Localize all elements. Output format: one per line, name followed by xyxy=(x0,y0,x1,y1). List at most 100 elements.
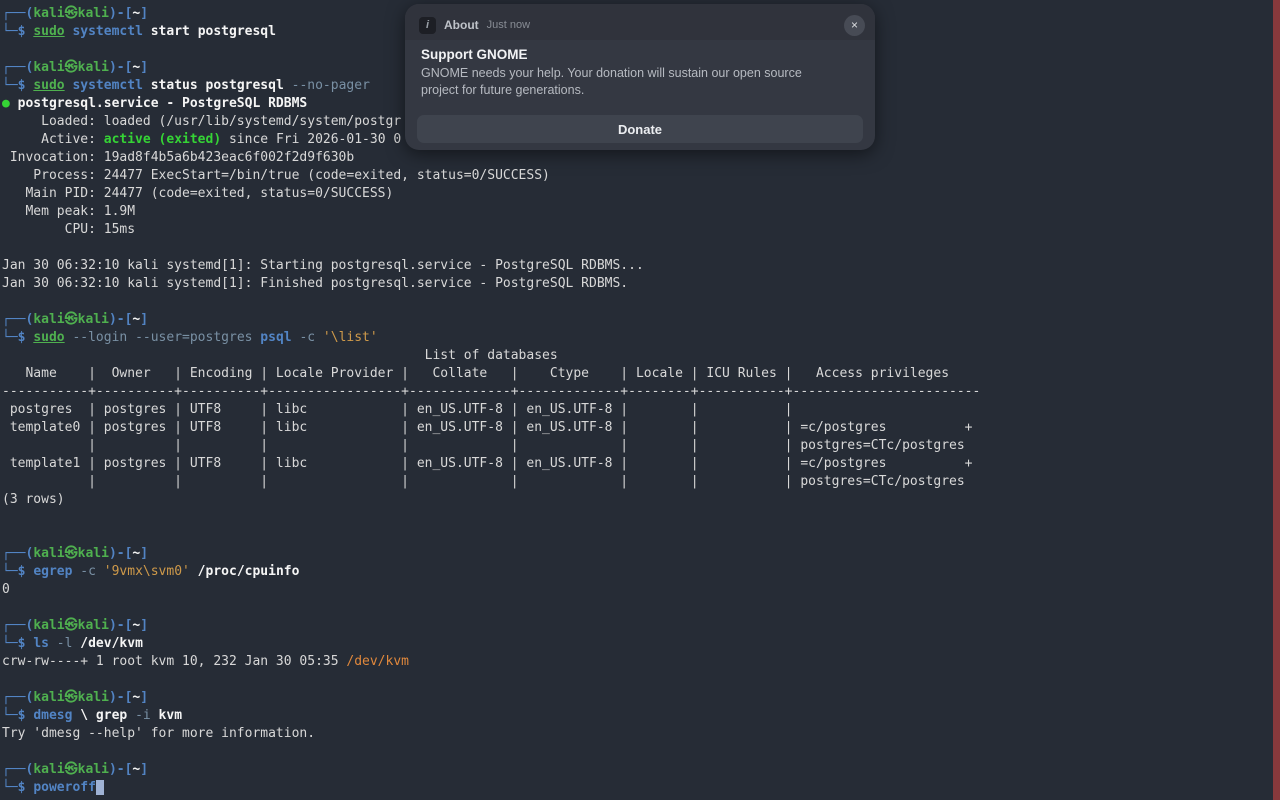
terminal-text: └─$ xyxy=(2,564,33,579)
terminal-text: )-[ xyxy=(109,312,132,327)
terminal-text: --no-pager xyxy=(292,78,370,93)
terminal-text: ] xyxy=(140,618,148,633)
about-app-icon: i xyxy=(419,17,436,34)
terminal-text: ● xyxy=(2,96,10,111)
notification-header: i About Just now × xyxy=(405,4,875,40)
terminal-text: active (exited) xyxy=(104,132,221,147)
notification-popup: i About Just now × Support GNOME GNOME n… xyxy=(405,4,875,150)
terminal-text: egrep xyxy=(33,564,72,579)
close-icon: × xyxy=(851,19,858,31)
terminal-line: Try 'dmesg --help' for more information. xyxy=(2,725,1270,743)
terminal-text: kali㉿kali xyxy=(33,6,109,21)
terminal-text: ┌──( xyxy=(2,6,33,21)
terminal-text: 0 xyxy=(2,582,10,597)
terminal-text: kali㉿kali xyxy=(33,546,109,561)
terminal-text: )-[ xyxy=(109,762,132,777)
terminal-line: CPU: 15ms xyxy=(2,221,1270,239)
terminal-text: | | | | | | | | postgres=CTc/postgres xyxy=(2,438,965,453)
terminal-text: psql xyxy=(260,330,291,345)
terminal-line: Invocation: 19ad8f4b5a6b423eac6f002f2d9f… xyxy=(2,149,1270,167)
terminal-text: Name | Owner | Encoding | Locale Provide… xyxy=(2,366,949,381)
terminal-text: Jan 30 06:32:10 kali systemd[1]: Startin… xyxy=(2,258,644,273)
terminal-line: └─$ sudo --login --user=postgres psql -c… xyxy=(2,329,1270,347)
notification-app-name: About xyxy=(444,18,479,32)
kali-desktop: { "palette": { "bg": "#262c36", "fg": "#… xyxy=(0,0,1280,800)
terminal-text: ┌──( xyxy=(2,312,33,327)
terminal-line: | | | | | | | | postgres=CTc/postgres xyxy=(2,437,1270,455)
terminal-text: ┌──( xyxy=(2,60,33,75)
terminal-text: )-[ xyxy=(109,618,132,633)
terminal-line: Process: 24477 ExecStart=/bin/true (code… xyxy=(2,167,1270,185)
terminal-line: (3 rows) xyxy=(2,491,1270,509)
terminal-text: ] xyxy=(140,690,148,705)
terminal-text: └─$ xyxy=(2,330,33,345)
terminal-text: start postgresql xyxy=(143,24,276,39)
terminal-line: -----------+----------+----------+------… xyxy=(2,383,1270,401)
terminal-text: Invocation: 19ad8f4b5a6b423eac6f002f2d9f… xyxy=(2,150,354,165)
terminal-text: )-[ xyxy=(109,546,132,561)
terminal-text: \ grep xyxy=(72,708,135,723)
notification-close-button[interactable]: × xyxy=(844,15,865,36)
cursor xyxy=(96,780,104,795)
terminal-text: -c xyxy=(80,564,96,579)
terminal-text: ┌──( xyxy=(2,762,33,777)
terminal-text xyxy=(315,330,323,345)
terminal-text: kali㉿kali xyxy=(33,618,109,633)
terminal-text: └─$ xyxy=(2,636,33,651)
terminal-line xyxy=(2,599,1270,617)
terminal-line: Main PID: 24477 (code=exited, status=0/S… xyxy=(2,185,1270,203)
terminal-text: Process: 24477 ExecStart=/bin/true (code… xyxy=(2,168,550,183)
terminal-line: └─$ egrep -c '9vmx\svm0' /proc/cpuinfo xyxy=(2,563,1270,581)
notification-title: Support GNOME xyxy=(405,40,875,65)
terminal-line xyxy=(2,743,1270,761)
terminal-text: CPU: 15ms xyxy=(2,222,135,237)
donate-button[interactable]: Donate xyxy=(417,115,863,143)
terminal-text: kali㉿kali xyxy=(33,690,109,705)
terminal-text: sudo xyxy=(33,330,64,345)
terminal-text: kali㉿kali xyxy=(33,762,109,777)
terminal-text: ls xyxy=(33,636,49,651)
terminal-text: dmesg xyxy=(33,708,72,723)
terminal-text: sudo xyxy=(33,78,64,93)
terminal-text: )-[ xyxy=(109,690,132,705)
terminal-line: ┌──(kali㉿kali)-[~] xyxy=(2,311,1270,329)
terminal-line: Name | Owner | Encoding | Locale Provide… xyxy=(2,365,1270,383)
terminal-text: '\list' xyxy=(323,330,378,345)
terminal-text: Main PID: 24477 (code=exited, status=0/S… xyxy=(2,186,393,201)
terminal-line: ┌──(kali㉿kali)-[~] xyxy=(2,617,1270,635)
terminal-text: ] xyxy=(140,6,148,21)
terminal-line: ┌──(kali㉿kali)-[~] xyxy=(2,761,1270,779)
terminal-text: --login --user=postgres xyxy=(72,330,252,345)
terminal-text: '9vmx\svm0' xyxy=(104,564,190,579)
terminal-text: kali㉿kali xyxy=(33,312,109,327)
notification-timestamp: Just now xyxy=(487,19,836,31)
terminal-text: kali㉿kali xyxy=(33,60,109,75)
terminal-text: └─$ xyxy=(2,78,33,93)
terminal-text: sudo xyxy=(33,24,64,39)
terminal-text: kvm xyxy=(151,708,182,723)
terminal-scrollbar[interactable] xyxy=(1273,0,1280,800)
terminal-text: └─$ xyxy=(2,24,33,39)
terminal-text: Jan 30 06:32:10 kali systemd[1]: Finishe… xyxy=(2,276,628,291)
terminal-text: systemctl xyxy=(72,24,142,39)
terminal-text: /proc/cpuinfo xyxy=(190,564,300,579)
terminal-line xyxy=(2,293,1270,311)
terminal-text: crw-rw----+ 1 root kvm 10, 232 Jan 30 05… xyxy=(2,654,346,669)
terminal-text: ┌──( xyxy=(2,546,33,561)
terminal-text: status postgresql xyxy=(143,78,292,93)
terminal-line: crw-rw----+ 1 root kvm 10, 232 Jan 30 05… xyxy=(2,653,1270,671)
terminal-text xyxy=(49,636,57,651)
terminal-text: /dev/kvm xyxy=(72,636,142,651)
terminal-text: -i xyxy=(135,708,151,723)
terminal-line: └─$ dmesg \ grep -i kvm xyxy=(2,707,1270,725)
terminal-text: /dev/kvm xyxy=(346,654,409,669)
terminal-text: -l xyxy=(57,636,73,651)
terminal-line: Mem peak: 1.9M xyxy=(2,203,1270,221)
terminal-line: Jan 30 06:32:10 kali systemd[1]: Startin… xyxy=(2,257,1270,275)
terminal-line: └─$ poweroff xyxy=(2,779,1270,797)
terminal-text: since Fri 2026-01-30 0 xyxy=(221,132,401,147)
terminal-text: ] xyxy=(140,60,148,75)
terminal-text xyxy=(96,564,104,579)
terminal-text: postgresql.service - PostgreSQL RDBMS xyxy=(10,96,307,111)
terminal-text: └─$ xyxy=(2,780,33,795)
